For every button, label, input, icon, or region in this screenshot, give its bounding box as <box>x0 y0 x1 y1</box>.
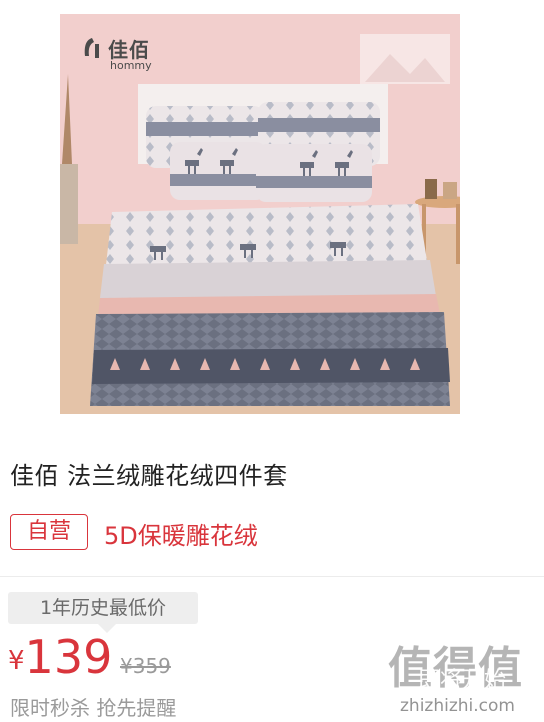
original-price: ¥359 <box>120 654 171 678</box>
promo-text[interactable]: 限时秒杀 抢先提醒 <box>10 692 176 721</box>
brand-mark-icon <box>84 38 99 58</box>
self-operated-badge: 自营 <box>10 514 88 550</box>
bedding-set-photo <box>60 14 460 414</box>
history-low-badge: 1年历史最低价 <box>8 592 198 633</box>
watermark: 值得值 即将开始 zhizhizhi.com <box>386 632 536 718</box>
brand-name-en: hommy <box>110 59 152 72</box>
product-image[interactable]: 佳佰 hommy <box>60 14 460 414</box>
currency-symbol: ¥ <box>8 646 25 676</box>
feature-tag: 5D保暖雕花绒 <box>104 522 258 550</box>
product-title[interactable]: 佳佰 法兰绒雕花绒四件套 <box>10 456 288 491</box>
divider <box>0 576 544 577</box>
price-value: 139 <box>24 630 113 684</box>
watermark-subtitle: 即将开始 <box>418 668 507 693</box>
watermark-url: zhizhizhi.com <box>400 696 515 716</box>
current-price: ¥139 <box>8 630 112 684</box>
